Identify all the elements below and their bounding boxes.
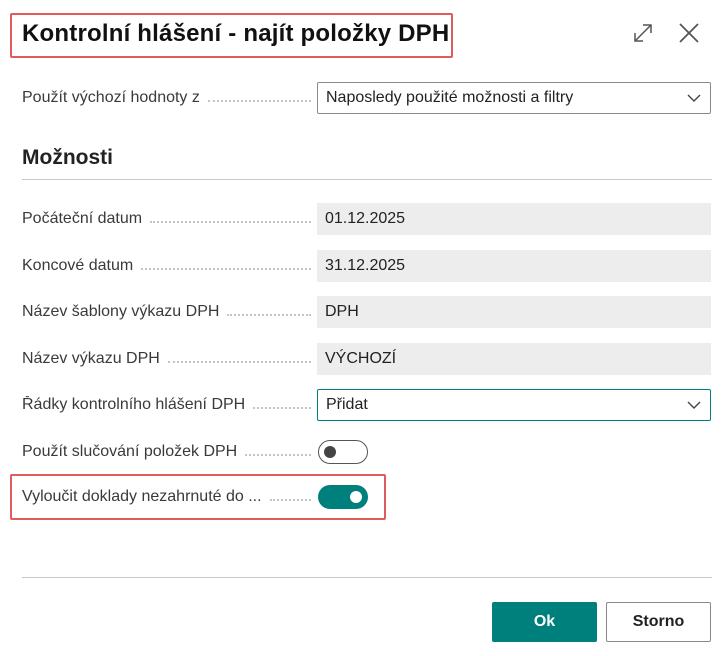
defaults-select[interactable]: Naposledy použité možnosti a filtry <box>317 82 711 114</box>
section-options-title: Možnosti <box>22 146 113 169</box>
section-divider <box>22 179 712 180</box>
expand-icon[interactable] <box>630 20 656 46</box>
toggle-highlight-box <box>10 474 386 520</box>
merge-entries-label: Použít slučování položek DPH <box>22 443 317 461</box>
report-lines-label: Řádky kontrolního hlášení DPH <box>22 396 317 414</box>
chevron-down-icon <box>687 401 701 409</box>
end-date-row: Koncové datum 31.12.2025 <box>22 250 712 282</box>
report-name-field[interactable]: VÝCHOZÍ <box>317 343 711 375</box>
template-name-field[interactable]: DPH <box>317 296 711 328</box>
merge-entries-row: Použít slučování položek DPH <box>22 436 712 468</box>
template-name-row: Název šablony výkazu DPH DPH <box>22 296 712 328</box>
ok-button[interactable]: Ok <box>492 602 597 642</box>
merge-entries-toggle[interactable] <box>318 440 368 464</box>
report-name-row: Název výkazu DPH VÝCHOZÍ <box>22 343 712 375</box>
toggle-knob <box>324 446 336 458</box>
start-date-label: Počáteční datum <box>22 210 317 228</box>
report-lines-select[interactable]: Přidat <box>317 389 711 421</box>
defaults-row: Použít výchozí hodnoty z Naposledy použi… <box>22 82 712 114</box>
close-icon[interactable] <box>676 20 702 46</box>
start-date-row: Počáteční datum 01.12.2025 <box>22 203 712 235</box>
chevron-down-icon <box>687 94 701 102</box>
footer-divider <box>22 577 712 578</box>
report-lines-row: Řádky kontrolního hlášení DPH Přidat <box>22 389 712 421</box>
template-name-label: Název šablony výkazu DPH <box>22 303 317 321</box>
title-highlight-box <box>10 13 453 58</box>
defaults-select-value: Naposledy použité možnosti a filtry <box>326 89 574 106</box>
end-date-field[interactable]: 31.12.2025 <box>317 250 711 282</box>
cancel-button[interactable]: Storno <box>606 602 711 642</box>
start-date-field[interactable]: 01.12.2025 <box>317 203 711 235</box>
defaults-label: Použít výchozí hodnoty z <box>22 89 317 107</box>
report-name-label: Název výkazu DPH <box>22 350 317 368</box>
end-date-label: Koncové datum <box>22 257 317 275</box>
report-lines-select-value: Přidat <box>326 396 368 413</box>
